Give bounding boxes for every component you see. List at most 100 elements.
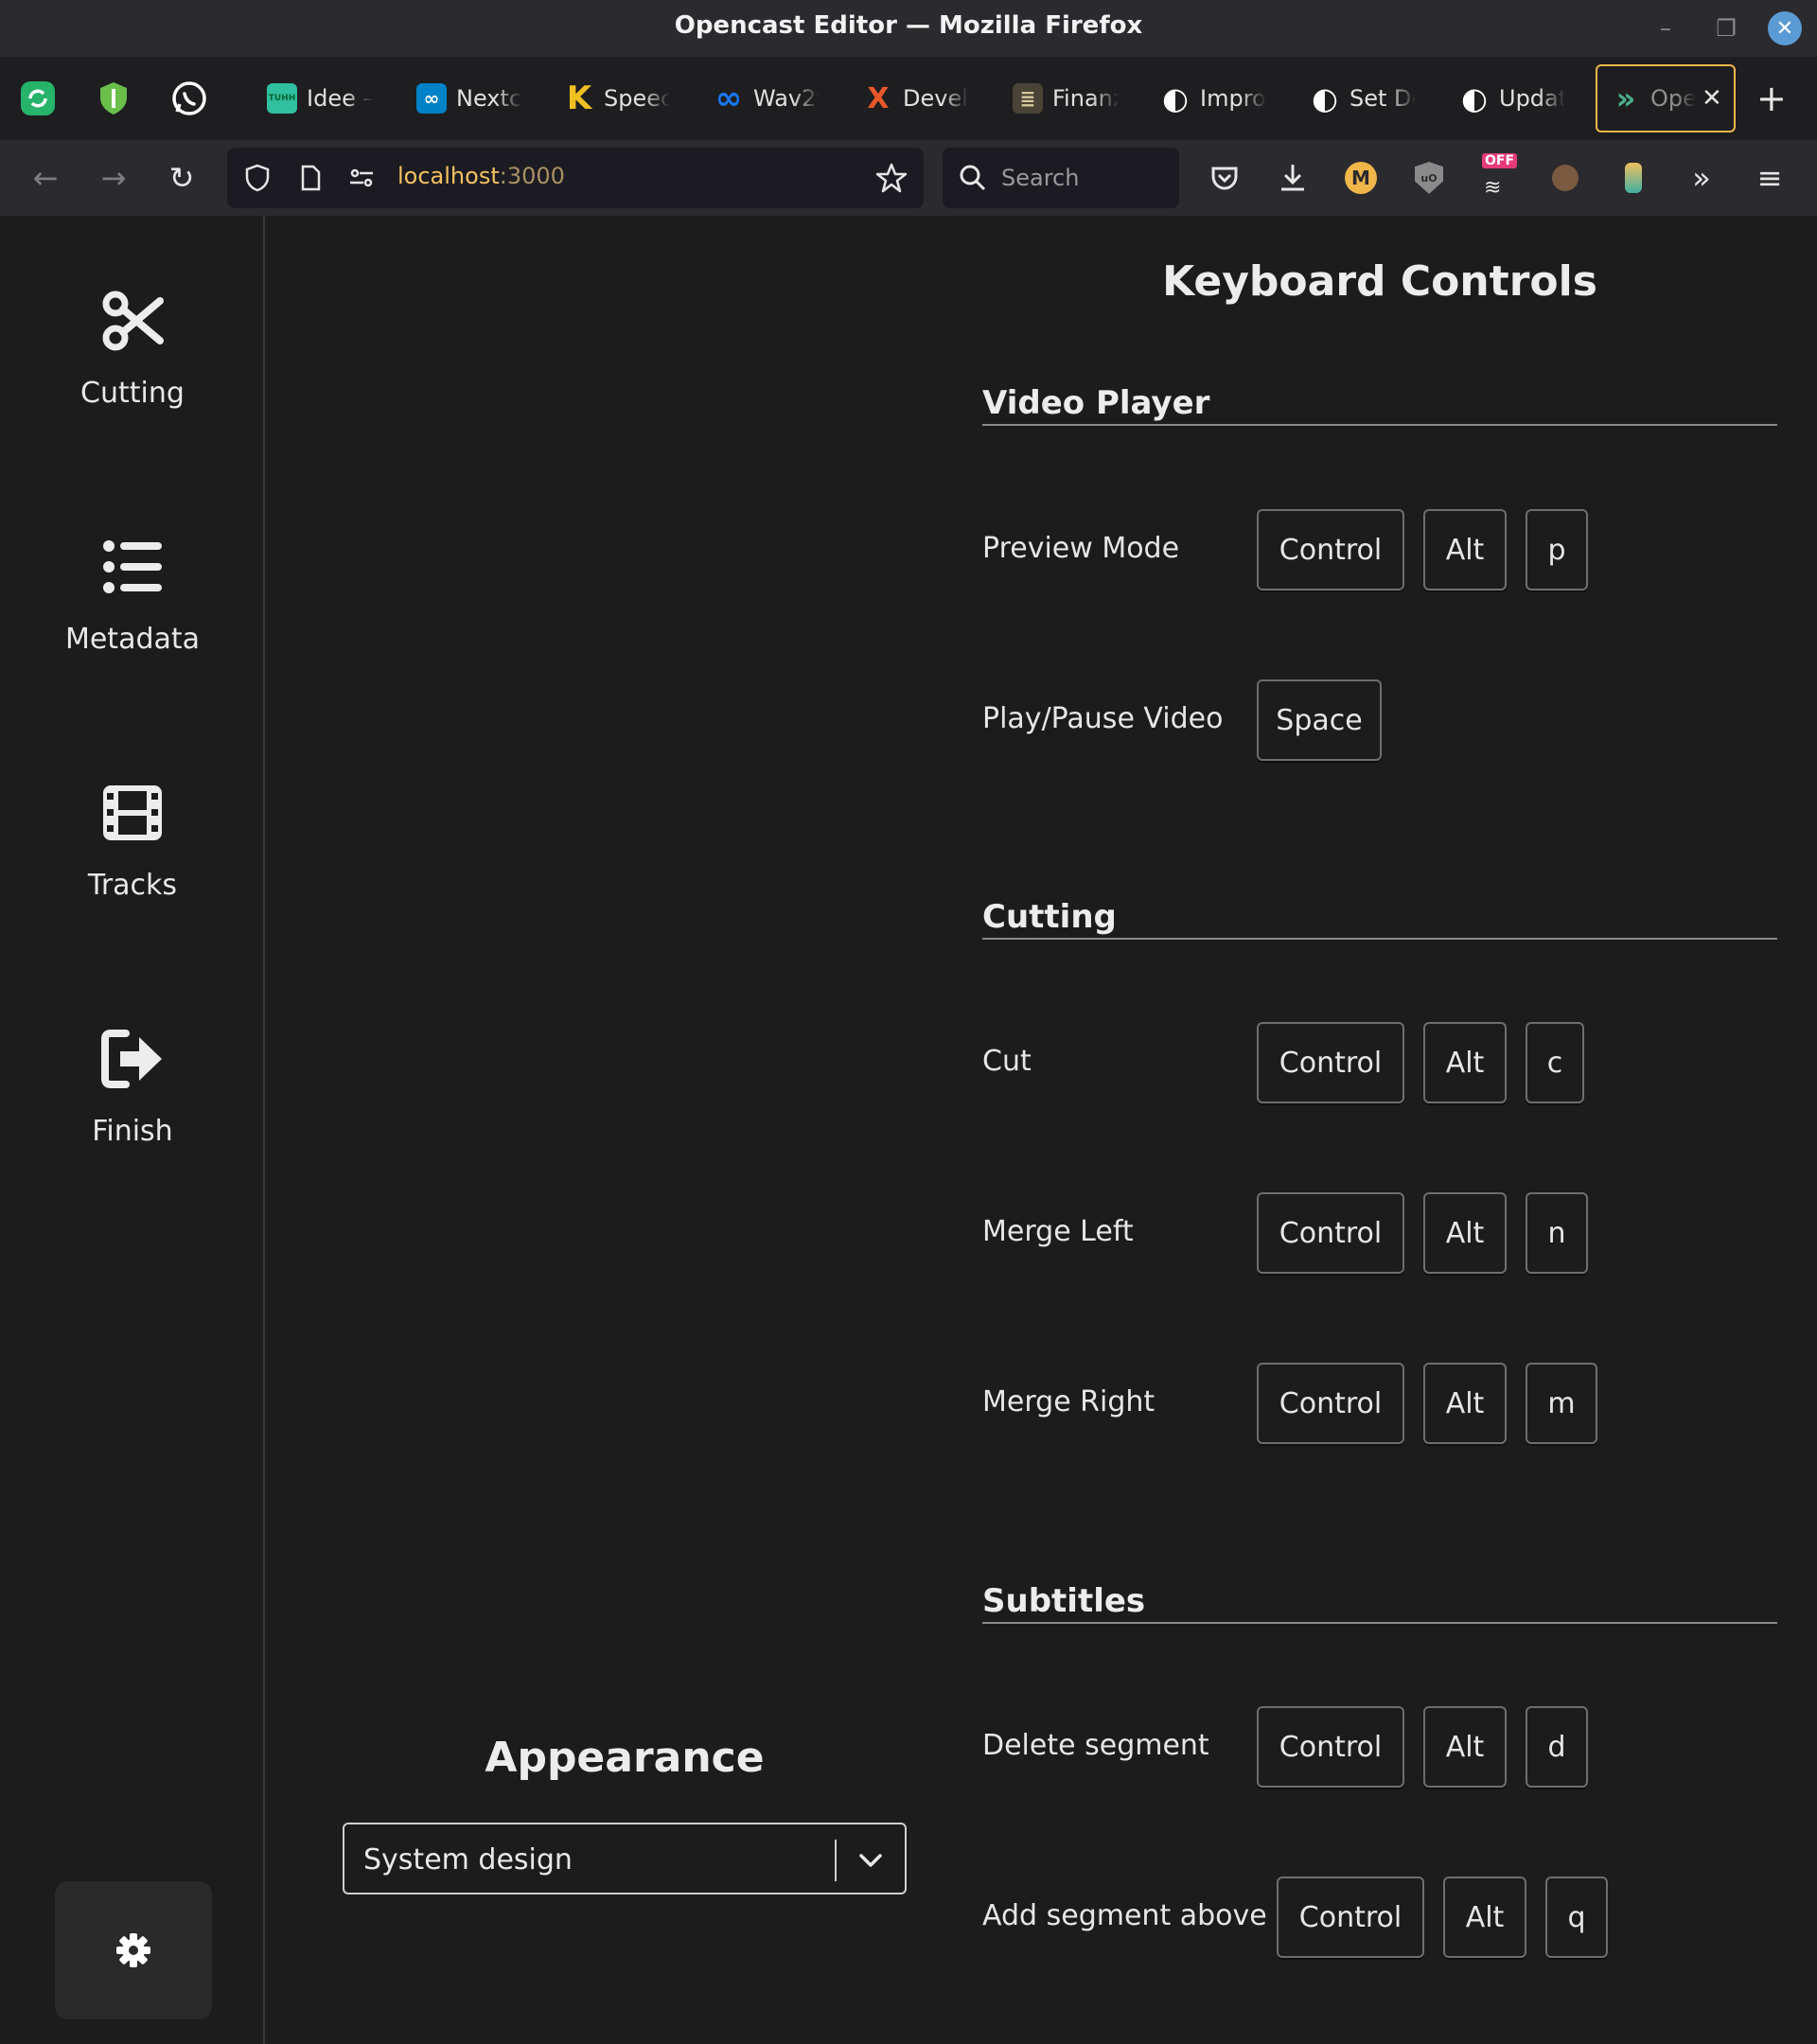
pocket-icon[interactable]	[1206, 159, 1244, 197]
search-box[interactable]: Search	[943, 148, 1179, 208]
tab-label: Nextcl	[456, 85, 522, 112]
tab-update[interactable]: ◐ Updat	[1459, 78, 1565, 119]
key-cap: Control	[1257, 1192, 1404, 1274]
overflow-menu-button[interactable]: »	[1683, 159, 1720, 197]
key-cap: m	[1526, 1363, 1597, 1444]
tab-develop[interactable]: X Develo	[863, 78, 969, 119]
github-icon: ◐	[1461, 80, 1488, 116]
sidebar-item-tracks[interactable]: Tracks	[0, 780, 265, 922]
tab-label: Develo	[903, 85, 969, 112]
tab-label: Finanz	[1052, 85, 1119, 112]
sign-out-icon	[101, 1030, 162, 1088]
scissors-icon	[102, 291, 164, 351]
key-cap: Space	[1257, 679, 1382, 761]
shortcut-label: Preview Mode	[982, 532, 1180, 565]
ledger-icon: ≣	[1013, 83, 1043, 114]
shield-icon[interactable]	[242, 163, 273, 193]
key-cap: p	[1526, 509, 1588, 590]
key-cap: Alt	[1423, 1363, 1507, 1444]
sidebar-item-label: Metadata	[64, 623, 201, 656]
key-cap: Alt	[1423, 1192, 1507, 1274]
tab-nextcloud[interactable]: ∞ Nextcl	[416, 78, 522, 119]
shortcut-label: Merge Right	[982, 1385, 1155, 1418]
shortcut-label: Play/Pause Video	[982, 702, 1224, 735]
tab-idee[interactable]: TUHH Idee –	[267, 78, 373, 119]
tab-finanz[interactable]: ≣ Finanz	[1013, 78, 1119, 119]
tab-speech[interactable]: K Speecl	[564, 78, 670, 119]
sidebar-item-label: Finish	[92, 1115, 173, 1148]
pinned-tab-shield[interactable]	[95, 79, 132, 117]
url-bar[interactable]: localhost:3000	[227, 148, 924, 208]
permissions-icon[interactable]	[346, 163, 377, 193]
pinned-tab-sync[interactable]	[19, 79, 57, 117]
tab-label: Updat	[1499, 85, 1565, 112]
url-text[interactable]: localhost:3000	[397, 163, 565, 189]
key-cap: Alt	[1423, 509, 1507, 590]
pinned-tab-whatsapp[interactable]	[170, 79, 208, 117]
key-cap: Control	[1277, 1877, 1424, 1958]
ublock-label: uO	[1415, 162, 1443, 194]
cookie-shape	[1552, 165, 1579, 191]
shortcut-label: Delete segment	[982, 1729, 1209, 1762]
chevron-down-icon[interactable]	[856, 1845, 886, 1876]
back-button[interactable]: ←	[26, 159, 64, 197]
extension-bottle-icon[interactable]	[1614, 159, 1652, 197]
sidebar-item-label: Tracks	[87, 869, 178, 902]
sidebar-item-cutting[interactable]: Cutting	[0, 288, 265, 430]
new-tab-button[interactable]: +	[1756, 79, 1787, 117]
section-video-player: Video Player	[982, 384, 1777, 426]
whatsapp-icon	[172, 81, 206, 115]
key-cap: Control	[1257, 1706, 1404, 1788]
bookmark-star-icon[interactable]	[874, 161, 908, 195]
nextcloud-icon: ∞	[416, 83, 447, 114]
key-cap: Alt	[1423, 1706, 1507, 1788]
k-logo-icon: K	[566, 79, 592, 117]
bottle-shape	[1625, 163, 1642, 193]
download-icon[interactable]	[1274, 159, 1312, 197]
shield-icon	[100, 82, 127, 115]
shortcut-label: Cut	[982, 1045, 1032, 1078]
url-port: :3000	[499, 163, 565, 189]
tab-opencast-active[interactable]: » Ope ✕	[1596, 64, 1736, 132]
maximize-button[interactable]: ❐	[1709, 11, 1743, 45]
theme-select-value: System design	[363, 1843, 573, 1877]
navigation-toolbar: ← → ↻ localhost:3000 Search M uO OFF ≋ »…	[0, 140, 1817, 216]
forward-button[interactable]: →	[95, 159, 132, 197]
extension-m-icon[interactable]: M	[1342, 159, 1380, 197]
github-icon: ◐	[1312, 80, 1338, 116]
appearance-heading: Appearance	[485, 1734, 765, 1782]
window-title: Opencast Editor — Mozilla Firefox	[674, 11, 1143, 40]
search-icon	[960, 165, 986, 191]
theme-select[interactable]: System design	[343, 1823, 907, 1894]
reload-button[interactable]: ↻	[163, 159, 201, 197]
close-tab-button[interactable]: ✕	[1702, 84, 1722, 113]
settings-button[interactable]	[55, 1881, 212, 2019]
search-placeholder: Search	[1001, 165, 1080, 191]
tab-label: Idee –	[307, 85, 373, 112]
tab-label: Speecl	[604, 85, 670, 112]
minimize-button[interactable]: –	[1649, 11, 1683, 45]
x-logo-icon: X	[867, 81, 890, 115]
close-window-button[interactable]: ✕	[1768, 11, 1802, 45]
sidebar: Cutting Metadata Tracks Finish	[0, 216, 265, 2044]
key-cap: Control	[1257, 1022, 1404, 1103]
tab-improve[interactable]: ◐ Impro	[1160, 78, 1266, 119]
key-cap: Alt	[1443, 1877, 1526, 1958]
extension-off-icon[interactable]: OFF ≋	[1478, 153, 1518, 200]
tuhh-icon: TUHH	[267, 83, 297, 114]
tab-wav2vec[interactable]: ∞ Wav2v	[714, 78, 820, 119]
tab-label: Wav2v	[753, 85, 820, 112]
ublock-icon[interactable]: uO	[1410, 159, 1448, 197]
tab-set-default[interactable]: ◐ Set De	[1310, 78, 1416, 119]
page-icon[interactable]	[295, 163, 326, 193]
cookie-icon[interactable]	[1546, 159, 1584, 197]
keyboard-controls-heading: Keyboard Controls	[1162, 257, 1597, 306]
sidebar-item-metadata[interactable]: Metadata	[0, 534, 265, 676]
url-host: localhost	[397, 163, 500, 189]
hamburger-menu-button[interactable]: ≡	[1751, 159, 1789, 197]
key-cap: c	[1526, 1022, 1584, 1103]
sidebar-item-finish[interactable]: Finish	[0, 1026, 265, 1168]
list-icon	[103, 540, 162, 593]
off-badge: OFF	[1482, 153, 1518, 168]
extension-m-label: M	[1345, 162, 1377, 194]
